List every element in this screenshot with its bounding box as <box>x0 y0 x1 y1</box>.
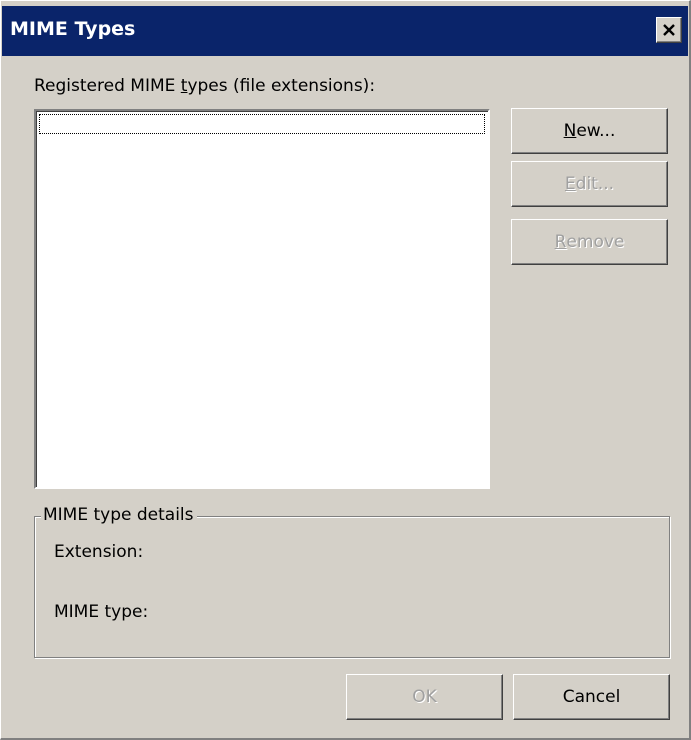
dialog-title: MIME Types <box>10 18 136 40</box>
extension-label: Extension: <box>54 542 144 562</box>
mime-types-list-label: Registered MIME types (file extensions): <box>34 76 375 96</box>
edit-button-mnemonic: E <box>564 174 576 194</box>
title-bar[interactable]: MIME Types <box>2 6 688 56</box>
list-label-text-1: Registered MIME <box>34 76 181 96</box>
remove-button-mnemonic: R <box>554 232 567 252</box>
edit-button-label: dit... <box>575 174 615 194</box>
mime-types-listbox[interactable] <box>34 109 490 489</box>
remove-button[interactable]: Remove <box>511 219 668 265</box>
mime-type-details-group: MIME type details Extension: MIME type: <box>34 505 670 658</box>
new-button-mnemonic: N <box>563 121 577 141</box>
list-label-text-2: ypes (file extensions): <box>187 76 376 96</box>
new-button[interactable]: New... <box>511 108 668 154</box>
remove-button-label: emove <box>566 232 625 252</box>
mime-types-dialog: MIME Types Registered MIME types (file e… <box>0 0 691 740</box>
mime-type-label: MIME type: <box>54 602 149 622</box>
cancel-button[interactable]: Cancel <box>513 674 670 720</box>
details-legend: MIME type details <box>41 505 197 525</box>
ok-button[interactable]: OK <box>346 674 503 720</box>
list-focus-rectangle <box>39 114 485 134</box>
edit-button[interactable]: Edit... <box>511 161 668 207</box>
close-icon <box>663 24 675 36</box>
new-button-label: ew... <box>576 121 616 141</box>
close-button[interactable] <box>656 17 682 43</box>
